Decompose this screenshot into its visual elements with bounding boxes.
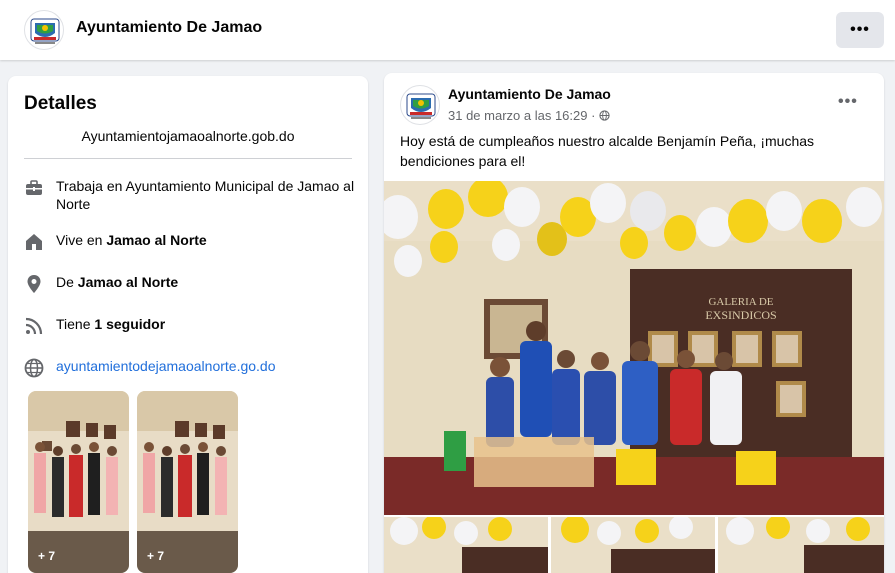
followers-text: Tiene 1 seguidor [56, 315, 165, 333]
more-photos-count: + 7 [38, 549, 56, 563]
briefcase-icon [26, 180, 42, 195]
followers-row: Tiene 1 seguidor [24, 315, 358, 336]
details-heading: Detalles [24, 93, 97, 114]
website-link[interactable]: ayuntamientodejamaoalnorte.go.do [56, 357, 276, 375]
post-author-name[interactable]: Ayuntamiento De Jamao [448, 86, 611, 102]
more-photos-count: + 7 [147, 549, 165, 563]
more-options-button[interactable]: ••• [836, 12, 884, 48]
post-photo-thumbnail[interactable] [384, 517, 548, 573]
page-title[interactable]: Ayuntamiento De Jamao [76, 19, 262, 37]
page-header: Ayuntamiento De Jamao ••• [0, 0, 895, 60]
work-row: Trabaja en Ayuntamiento Municipal de Jam… [24, 177, 358, 213]
link-row: ayuntamientodejamaoalnorte.go.do [24, 357, 358, 378]
work-text: Trabaja en Ayuntamiento Municipal de Jam… [56, 177, 358, 213]
post-photo-thumbnail[interactable] [551, 517, 715, 573]
event-photo [137, 391, 238, 573]
post-photo-thumbnail[interactable] [718, 517, 884, 573]
followers-prefix: Tiene [56, 316, 95, 332]
from-prefix: De [56, 274, 78, 290]
birthday-photo: GALERIA DE EXSINDICOS [384, 181, 884, 515]
website-text: Ayuntamientojamaoalnorte.gob.do [81, 128, 295, 144]
photo-thumbnail[interactable]: + 7 [28, 391, 129, 573]
gallery-sign-subtext: EXSINDICOS [705, 308, 776, 322]
lives-value[interactable]: Jamao al Norte [106, 232, 206, 248]
event-photo [28, 391, 129, 573]
details-card: Detalles Ayuntamientojamaoalnorte.gob.do… [8, 76, 368, 573]
lives-text: Vive en Jamao al Norte [56, 231, 207, 249]
lives-row: Vive en Jamao al Norte [24, 231, 358, 252]
work-prefix: Trabaja en [56, 178, 126, 194]
post-timestamp: 31 de marzo a las 16:29 · [448, 108, 610, 123]
gallery-sign-text: GALERIA DE [708, 296, 773, 308]
globe-small-icon [599, 110, 610, 121]
from-row: De Jamao al Norte [24, 273, 358, 294]
globe-icon [24, 358, 44, 378]
lives-prefix: Vive en [56, 232, 107, 248]
post-message: Hoy está de cumpleaños nuestro alcalde B… [400, 133, 815, 169]
home-icon [26, 234, 42, 250]
from-value[interactable]: Jamao al Norte [78, 274, 178, 290]
post-card: Ayuntamiento De Jamao 31 de marzo a las … [384, 73, 884, 573]
page-logo[interactable] [24, 10, 64, 50]
post-date-text[interactable]: 31 de marzo a las 16:29 · [448, 108, 599, 123]
post-author-avatar[interactable] [400, 85, 440, 125]
location-pin-icon [27, 275, 41, 293]
post-photo[interactable]: GALERIA DE EXSINDICOS [384, 181, 884, 515]
followers-value: 1 seguidor [94, 316, 166, 332]
divider [24, 158, 352, 159]
rss-icon [25, 317, 43, 335]
post-options-button[interactable]: ••• [838, 93, 858, 111]
photo-thumbnail[interactable]: + 7 [137, 391, 238, 573]
from-text: De Jamao al Norte [56, 273, 178, 291]
